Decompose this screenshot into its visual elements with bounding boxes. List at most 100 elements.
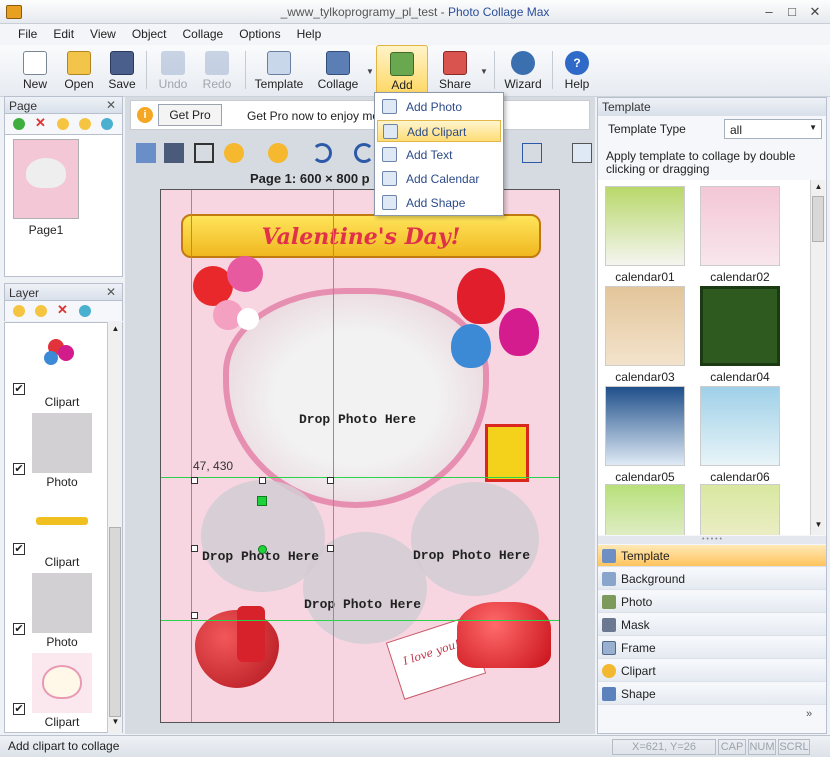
share-dropdown-arrow[interactable]: ▼ — [480, 67, 488, 76]
crop-icon[interactable] — [194, 143, 214, 163]
category-clipart[interactable]: Clipart — [598, 660, 826, 682]
add-text-item[interactable]: Add Text — [377, 144, 501, 166]
rotate-right-icon[interactable] — [312, 143, 332, 163]
template-scrollbar[interactable]: ▲ ▼ — [810, 180, 825, 535]
refresh-pages-icon[interactable] — [101, 118, 113, 130]
menu-edit[interactable]: Edit — [45, 24, 82, 44]
add-calendar-item[interactable]: Add Calendar — [377, 168, 501, 190]
menu-help[interactable]: Help — [289, 24, 330, 44]
rotate-handle[interactable] — [257, 496, 267, 506]
template-item[interactable]: calendar02 — [700, 186, 782, 284]
heart-box-clipart[interactable] — [457, 602, 551, 668]
layer-row[interactable]: ✔ Clipart — [5, 491, 109, 571]
category-shape[interactable]: Shape — [598, 683, 826, 705]
move-page-down-icon[interactable] — [79, 118, 91, 130]
template-item[interactable] — [700, 484, 782, 535]
add-clipart-item[interactable]: Add Clipart — [377, 120, 501, 142]
category-background[interactable]: Background — [598, 568, 826, 590]
maximize-button[interactable]: □ — [783, 4, 801, 20]
layer-panel-close-icon[interactable]: ✕ — [106, 285, 116, 299]
open-button[interactable]: Open — [60, 45, 98, 95]
panel-splitter[interactable]: • • • • • — [598, 536, 826, 544]
resize-handle[interactable] — [327, 545, 334, 552]
align-icon[interactable] — [522, 143, 542, 163]
anchor-handle[interactable] — [258, 545, 267, 554]
move-page-up-icon[interactable] — [57, 118, 69, 130]
zoom-icon[interactable] — [572, 143, 592, 163]
save-button[interactable]: Save — [103, 45, 141, 95]
bring-forward-icon[interactable] — [224, 143, 244, 163]
layer-scrollbar[interactable]: ▲ ▼ — [107, 322, 122, 733]
delete-page-icon[interactable]: ✕ — [35, 115, 49, 130]
template-item[interactable] — [605, 484, 687, 535]
blue-heart-balloon[interactable] — [451, 324, 491, 368]
send-backward-icon[interactable] — [268, 143, 288, 163]
template-item[interactable]: calendar01 — [605, 186, 687, 284]
collage-canvas[interactable]: Valentine's Day! Drop Photo Here Drop Ph… — [160, 189, 560, 723]
template-item[interactable]: calendar05 — [605, 386, 687, 484]
delete-layer-icon[interactable]: ✕ — [57, 302, 71, 317]
resize-handle[interactable] — [327, 477, 334, 484]
layer-visible-checkbox[interactable]: ✔ — [13, 543, 25, 555]
new-button[interactable]: New — [16, 45, 54, 95]
minimize-button[interactable]: – — [760, 4, 778, 20]
page-panel-close-icon[interactable]: ✕ — [106, 98, 116, 112]
layer-row[interactable]: ✔ Photo — [5, 411, 109, 491]
layer-visible-checkbox[interactable]: ✔ — [13, 463, 25, 475]
category-mask[interactable]: Mask — [598, 614, 826, 636]
round-photo-slot-3[interactable] — [303, 532, 427, 644]
template-item[interactable]: calendar04 — [700, 286, 782, 384]
scroll-down-arrow[interactable]: ▼ — [110, 717, 121, 731]
layer-row[interactable]: ✔ Clipart — [5, 331, 109, 411]
get-pro-button[interactable]: Get Pro — [158, 104, 222, 126]
close-button[interactable]: ✕ — [806, 4, 824, 20]
add-shape-item[interactable]: Add Shape — [377, 192, 501, 214]
layer-row[interactable]: ✔ Clipart — [5, 651, 109, 731]
red-heart-balloon[interactable] — [457, 268, 505, 324]
add-button[interactable]: Add — [376, 45, 428, 95]
scroll-thumb[interactable] — [812, 196, 824, 242]
menu-options[interactable]: Options — [231, 24, 288, 44]
resize-handle[interactable] — [191, 477, 198, 484]
expand-categories-icon[interactable]: » — [806, 708, 812, 720]
resize-handle[interactable] — [191, 612, 198, 619]
undo-button[interactable]: Undo — [154, 45, 192, 95]
category-photo[interactable]: Photo — [598, 591, 826, 613]
pink-heart-balloon[interactable] — [499, 308, 539, 356]
redo-button[interactable]: Redo — [198, 45, 236, 95]
resize-handle[interactable] — [191, 545, 198, 552]
refresh-layers-icon[interactable] — [79, 305, 91, 317]
collage-dropdown-arrow[interactable]: ▼ — [366, 67, 374, 76]
template-item[interactable]: calendar06 — [700, 386, 782, 484]
rotate-left-icon[interactable] — [354, 143, 374, 163]
share-button[interactable]: Share — [434, 45, 476, 95]
add-page-icon[interactable] — [13, 118, 25, 130]
photo-tool-icon[interactable] — [164, 143, 184, 163]
template-item[interactable]: calendar03 — [605, 286, 687, 384]
layer-down-icon[interactable] — [35, 305, 47, 317]
menu-object[interactable]: Object — [124, 24, 175, 44]
scroll-up-arrow[interactable]: ▲ — [110, 324, 121, 338]
flowers-clipart[interactable] — [193, 256, 273, 346]
layer-visible-checkbox[interactable]: ✔ — [13, 703, 25, 715]
image-tool-icon[interactable] — [136, 143, 156, 163]
page-thumbnail[interactable] — [13, 139, 79, 219]
layer-up-icon[interactable] — [13, 305, 25, 317]
scroll-thumb[interactable] — [109, 527, 121, 717]
resize-handle[interactable] — [259, 477, 266, 484]
layer-row[interactable]: ✔ Photo — [5, 571, 109, 651]
menu-view[interactable]: View — [82, 24, 124, 44]
help-button[interactable]: ? Help — [558, 45, 596, 95]
gift-box-clipart[interactable] — [485, 424, 529, 482]
menu-file[interactable]: File — [10, 24, 45, 44]
collage-button[interactable]: Collage — [315, 45, 361, 95]
category-template[interactable]: Template — [598, 545, 826, 567]
round-photo-slot-2[interactable] — [411, 482, 539, 596]
layer-visible-checkbox[interactable]: ✔ — [13, 383, 25, 395]
menu-collage[interactable]: Collage — [175, 24, 232, 44]
scroll-up-arrow[interactable]: ▲ — [813, 182, 824, 191]
template-button[interactable]: Template — [254, 45, 304, 95]
add-photo-item[interactable]: Add Photo — [377, 96, 501, 118]
template-type-select[interactable]: all ▼ — [724, 119, 822, 139]
wizard-button[interactable]: Wizard — [502, 45, 544, 95]
